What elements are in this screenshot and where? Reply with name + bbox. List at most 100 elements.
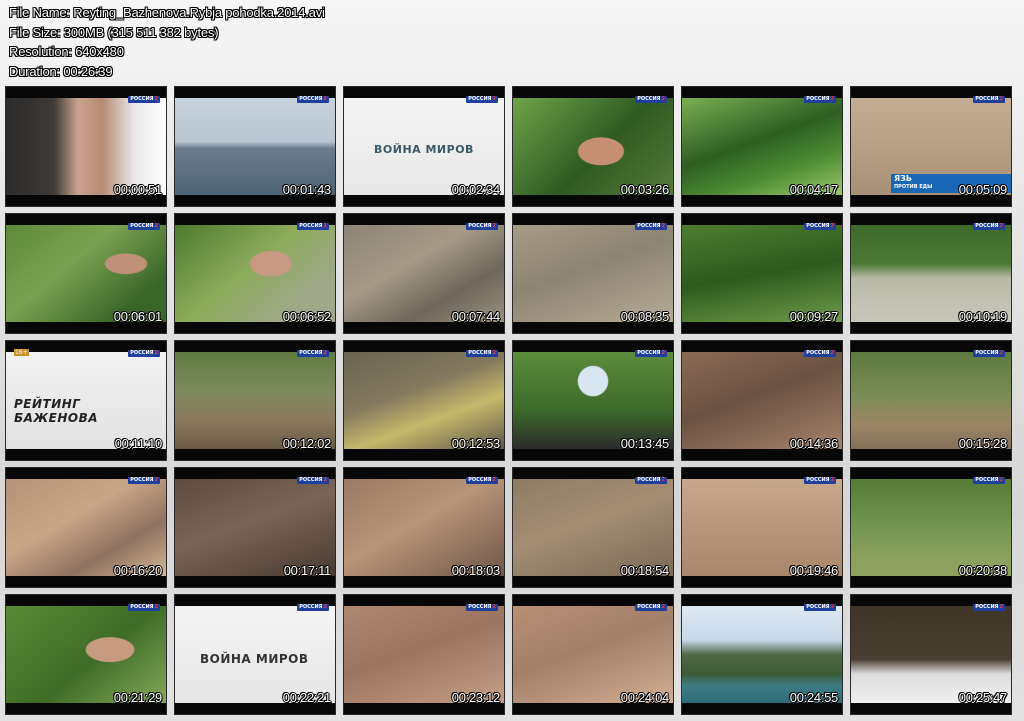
channel-logo-number: 2 bbox=[154, 604, 158, 610]
channel-logo-text: РОССИЯ bbox=[130, 604, 154, 610]
video-frame bbox=[513, 606, 673, 703]
channel-logo-text: РОССИЯ bbox=[299, 350, 323, 356]
channel-logo: РОССИЯ2 bbox=[973, 477, 1005, 484]
channel-logo-text: РОССИЯ bbox=[637, 96, 661, 102]
channel-logo-number: 2 bbox=[999, 350, 1003, 356]
thumbnail-30: РОССИЯ2 00:25:47 bbox=[850, 594, 1012, 715]
timestamp: 00:11:10 bbox=[114, 436, 163, 451]
channel-logo-number: 2 bbox=[492, 96, 496, 102]
thumbnail-26: ВОЙНА МИРОВ РОССИЯ2 00:22:21 bbox=[174, 594, 336, 715]
channel-logo-text: РОССИЯ bbox=[806, 477, 830, 483]
timestamp: 00:09:27 bbox=[789, 309, 839, 324]
thumbnail-19: РОССИЯ2 00:16:20 bbox=[5, 467, 167, 588]
thumbnail-7: РОССИЯ2 00:06:01 bbox=[5, 213, 167, 334]
timestamp: 00:07:44 bbox=[451, 309, 501, 324]
timestamp: 00:14:36 bbox=[789, 436, 839, 451]
channel-logo: РОССИЯ2 bbox=[635, 350, 667, 357]
timestamp: 00:21:29 bbox=[113, 690, 163, 705]
thumbnail-11: РОССИЯ2 00:09:27 bbox=[681, 213, 843, 334]
channel-logo-number: 2 bbox=[999, 223, 1003, 229]
channel-logo: РОССИЯ2 bbox=[973, 350, 1005, 357]
channel-logo-number: 2 bbox=[323, 96, 327, 102]
channel-logo-number: 2 bbox=[492, 223, 496, 229]
thumbnail-27: РОССИЯ2 00:23:12 bbox=[343, 594, 505, 715]
channel-logo-text: РОССИЯ bbox=[806, 604, 830, 610]
channel-logo: РОССИЯ2 bbox=[804, 223, 836, 230]
thumbnail-23: РОССИЯ2 00:19:46 bbox=[681, 467, 843, 588]
channel-logo-text: РОССИЯ bbox=[130, 350, 154, 356]
channel-logo-text: РОССИЯ bbox=[637, 604, 661, 610]
channel-logo: РОССИЯ2 bbox=[804, 350, 836, 357]
channel-logo-text: РОССИЯ bbox=[975, 477, 999, 483]
video-frame bbox=[344, 352, 504, 449]
channel-logo-number: 2 bbox=[830, 350, 834, 356]
timestamp: 00:20:38 bbox=[958, 563, 1008, 578]
video-frame bbox=[682, 225, 842, 322]
channel-logo-number: 2 bbox=[154, 477, 158, 483]
channel-logo-number: 2 bbox=[492, 477, 496, 483]
channel-logo-number: 2 bbox=[154, 96, 158, 102]
thumbnail-4: РОССИЯ2 00:03:26 bbox=[512, 86, 674, 207]
channel-logo-number: 2 bbox=[999, 477, 1003, 483]
thumbnail-29: РОССИЯ2 00:24:55 bbox=[681, 594, 843, 715]
channel-logo-number: 2 bbox=[661, 96, 665, 102]
timestamp: 00:19:46 bbox=[789, 563, 839, 578]
channel-logo-text: РОССИЯ bbox=[975, 350, 999, 356]
timestamp: 00:22:21 bbox=[282, 690, 332, 705]
channel-logo-text: РОССИЯ bbox=[130, 96, 154, 102]
timestamp: 00:06:52 bbox=[282, 309, 332, 324]
channel-logo-number: 2 bbox=[323, 477, 327, 483]
thumbnail-2: РОССИЯ2 00:01:43 bbox=[174, 86, 336, 207]
video-frame: ЯЗЬ ПРОТИВ ЕДЫ bbox=[851, 98, 1011, 195]
channel-logo-text: РОССИЯ bbox=[299, 604, 323, 610]
timestamp: 00:03:26 bbox=[620, 182, 670, 197]
channel-logo-text: РОССИЯ bbox=[637, 477, 661, 483]
timestamp: 00:24:55 bbox=[789, 690, 839, 705]
video-frame bbox=[851, 225, 1011, 322]
channel-logo: РОССИЯ2 bbox=[635, 604, 667, 611]
channel-logo: РОССИЯ2 bbox=[635, 223, 667, 230]
video-frame: РЕЙТИНГ БАЖЕНОВА bbox=[6, 352, 166, 449]
thumbnail-1: РОССИЯ2 00:00:51 bbox=[5, 86, 167, 207]
thumbnail-9: РОССИЯ2 00:07:44 bbox=[343, 213, 505, 334]
channel-logo-text: РОССИЯ bbox=[975, 223, 999, 229]
timestamp: 00:05:09 bbox=[958, 182, 1008, 197]
channel-logo: РОССИЯ2 bbox=[128, 96, 160, 103]
channel-logo-text: РОССИЯ bbox=[806, 96, 830, 102]
channel-logo: РОССИЯ2 bbox=[297, 350, 329, 357]
timestamp: 00:24:04 bbox=[620, 690, 670, 705]
video-frame bbox=[513, 479, 673, 576]
channel-logo-number: 2 bbox=[323, 350, 327, 356]
channel-logo-number: 2 bbox=[323, 223, 327, 229]
thumbnail-21: РОССИЯ2 00:18:03 bbox=[343, 467, 505, 588]
channel-logo: РОССИЯ2 bbox=[297, 96, 329, 103]
channel-logo: РОССИЯ2 bbox=[804, 477, 836, 484]
channel-logo: РОССИЯ2 bbox=[466, 477, 498, 484]
channel-logo: РОССИЯ2 bbox=[466, 604, 498, 611]
thumbnail-10: РОССИЯ2 00:08:35 bbox=[512, 213, 674, 334]
channel-logo-number: 2 bbox=[154, 350, 158, 356]
video-frame bbox=[682, 606, 842, 703]
channel-logo: РОССИЯ2 bbox=[804, 96, 836, 103]
channel-logo: РОССИЯ2 bbox=[466, 96, 498, 103]
timestamp: 00:23:12 bbox=[451, 690, 501, 705]
channel-logo-number: 2 bbox=[830, 604, 834, 610]
video-frame bbox=[851, 352, 1011, 449]
channel-logo-text: РОССИЯ bbox=[637, 350, 661, 356]
timestamp: 00:01:43 bbox=[282, 182, 332, 197]
thumbnail-12: РОССИЯ2 00:10:19 bbox=[850, 213, 1012, 334]
timestamp: 00:18:03 bbox=[451, 563, 501, 578]
thumbnail-17: РОССИЯ2 00:14:36 bbox=[681, 340, 843, 461]
channel-logo-text: РОССИЯ bbox=[299, 223, 323, 229]
channel-logo-number: 2 bbox=[830, 477, 834, 483]
channel-logo-text: РОССИЯ bbox=[975, 96, 999, 102]
channel-logo-text: РОССИЯ bbox=[130, 223, 154, 229]
timestamp: 00:12:02 bbox=[282, 436, 332, 451]
channel-logo-text: РОССИЯ bbox=[299, 477, 323, 483]
timestamp: 00:08:35 bbox=[620, 309, 670, 324]
channel-logo-number: 2 bbox=[830, 223, 834, 229]
timestamp: 00:04:17 bbox=[789, 182, 839, 197]
video-frame bbox=[344, 606, 504, 703]
channel-logo-text: РОССИЯ bbox=[468, 96, 492, 102]
channel-logo: РОССИЯ2 bbox=[466, 223, 498, 230]
